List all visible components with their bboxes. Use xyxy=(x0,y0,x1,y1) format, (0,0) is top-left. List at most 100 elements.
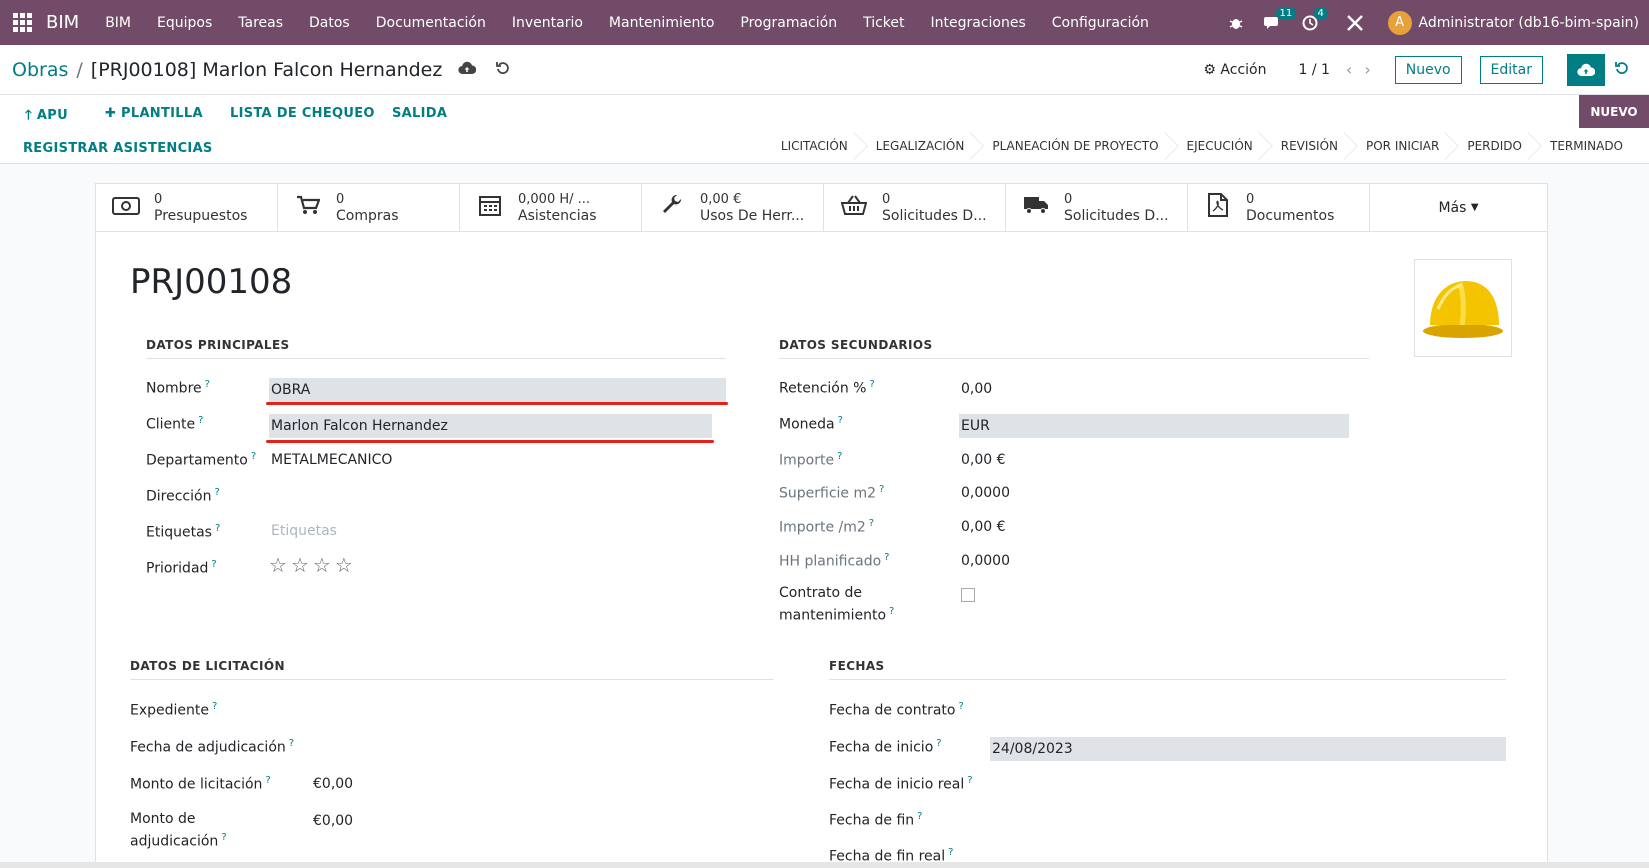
fecha-inicio-real-label: Fecha de inicio real? xyxy=(829,775,973,793)
menu-item-bim[interactable]: BIM xyxy=(105,15,131,31)
app-brand[interactable]: BIM xyxy=(46,12,79,33)
departamento-field[interactable]: METALMECANICO xyxy=(271,452,392,468)
group-datos-secundarios: DATOS SECUNDARIOS xyxy=(779,338,1369,359)
hh-label: HH planificado? xyxy=(779,552,890,570)
breadcrumb: Obras / [PRJ00108] Marlon Falcon Hernand… xyxy=(12,59,442,81)
smart-label: Asistencias xyxy=(518,207,597,224)
messages-icon[interactable]: 11 xyxy=(1263,6,1297,31)
bug-icon[interactable] xyxy=(1228,15,1244,31)
smart-button-presupuestos[interactable]: 0 Presupuestos xyxy=(96,184,278,231)
etiquetas-field[interactable]: Etiquetas xyxy=(271,523,337,539)
star-icon[interactable]: ☆ xyxy=(269,553,287,577)
group-datos-principales: DATOS PRINCIPALES xyxy=(146,338,726,359)
discard-button[interactable] xyxy=(1615,60,1629,80)
breadcrumb-separator: / xyxy=(76,58,83,81)
menu-item-mantenimiento[interactable]: Mantenimiento xyxy=(609,15,714,31)
stage-planeacion[interactable]: PLANEACIÓN DE PROYECTO xyxy=(978,130,1179,162)
departamento-label: Departamento? xyxy=(146,451,257,469)
highlight-underline-nombre xyxy=(266,402,728,405)
menu-item-ticket[interactable]: Ticket xyxy=(863,15,904,31)
activity-badge: 4 xyxy=(1313,6,1328,20)
save-button[interactable] xyxy=(1567,53,1605,86)
pdf-icon xyxy=(1204,193,1232,222)
stage-current[interactable]: NUEVO xyxy=(1579,95,1649,128)
more-dropdown[interactable]: Más ▼ xyxy=(1370,184,1547,231)
stage-ejecucion[interactable]: EJECUCIÓN xyxy=(1173,130,1273,162)
fecha-fin-label: Fecha de fin? xyxy=(829,811,923,829)
monto-adjudicacion-label-line1: Monto de xyxy=(130,811,196,827)
menu-item-inventario[interactable]: Inventario xyxy=(512,15,583,31)
monto-licitacion-field[interactable]: €0,00 xyxy=(313,776,353,792)
menu-item-datos[interactable]: Datos xyxy=(309,15,350,31)
importe-value: 0,00 € xyxy=(961,452,1006,468)
stage-terminado[interactable]: TERMINADO xyxy=(1536,130,1637,162)
monto-adjudicacion-field[interactable]: €0,00 xyxy=(313,813,353,829)
apu-label: APU xyxy=(36,108,68,123)
horizontal-scrollbar[interactable] xyxy=(0,862,1649,868)
lista-chequeo-button[interactable]: LISTA DE CHEQUEO xyxy=(230,106,375,121)
superficie-label: Superficie m2? xyxy=(779,484,885,502)
menu-item-documentacion[interactable]: Documentación xyxy=(376,15,486,31)
stage-legalizacion[interactable]: LEGALIZACIÓN xyxy=(862,130,985,162)
group-fechas: FECHAS xyxy=(829,659,1506,680)
cliente-field[interactable]: Marlon Falcon Hernandez xyxy=(269,414,712,438)
action-label: Acción xyxy=(1220,61,1267,78)
plus-icon: ✚ xyxy=(105,106,122,121)
stage-perdido[interactable]: PERDIDO xyxy=(1453,130,1542,162)
contrato-checkbox[interactable] xyxy=(961,588,975,602)
smart-label: Solicitudes D... xyxy=(882,207,987,224)
salida-button[interactable]: SALIDA xyxy=(392,106,447,121)
smart-value: 0,00 € xyxy=(700,191,742,207)
moneda-field[interactable]: EUR xyxy=(959,414,1349,438)
nombre-field[interactable]: OBRA xyxy=(269,378,726,402)
star-icon[interactable]: ☆ xyxy=(335,553,353,577)
stage-revision[interactable]: REVISIÓN xyxy=(1267,130,1358,162)
new-button[interactable]: Nuevo xyxy=(1394,55,1462,84)
user-name[interactable]: Administrator (db16-bim-spain) xyxy=(1419,15,1639,31)
tools-icon[interactable] xyxy=(1346,14,1364,32)
cart-icon xyxy=(294,195,322,220)
menu-item-configuracion[interactable]: Configuración xyxy=(1052,15,1149,31)
pager-next-icon[interactable]: › xyxy=(1364,60,1370,79)
menu-item-integraciones[interactable]: Integraciones xyxy=(931,15,1026,31)
helmet-image[interactable] xyxy=(1414,259,1512,357)
stage-licitacion[interactable]: LICITACIÓN xyxy=(767,130,868,162)
star-icon[interactable]: ☆ xyxy=(313,553,331,577)
smart-button-asistencias[interactable]: 0,000 H/ ... Asistencias xyxy=(460,184,642,231)
highlight-underline-cliente xyxy=(266,440,714,443)
edit-button[interactable]: Editar xyxy=(1479,55,1543,84)
smart-label: Compras xyxy=(336,207,399,224)
menu-item-programacion[interactable]: Programación xyxy=(740,15,837,31)
activity-clock-icon[interactable]: 4 xyxy=(1302,6,1328,31)
menu-item-equipos[interactable]: Equipos xyxy=(157,15,212,31)
breadcrumb-parent[interactable]: Obras xyxy=(12,59,68,81)
smart-button-solicitudes-2[interactable]: 0 Solicitudes D... xyxy=(1006,184,1188,231)
user-avatar[interactable]: A xyxy=(1387,10,1412,35)
smart-value: 0,000 H/ ... xyxy=(518,191,591,207)
fecha-adjudicacion-label: Fecha de adjudicación? xyxy=(130,738,295,756)
smart-button-usos-herramientas[interactable]: 0,00 € Usos De Herr... xyxy=(642,184,824,231)
smart-button-compras[interactable]: 0 Compras xyxy=(278,184,460,231)
apu-button[interactable]: 🡑 APU xyxy=(25,106,68,128)
cloud-upload-icon[interactable] xyxy=(458,60,477,79)
registrar-asistencias-button[interactable]: REGISTRAR ASISTENCIAS xyxy=(23,141,213,156)
contrato-label-line2: mantenimiento? xyxy=(779,606,895,624)
moneda-label: Moneda? xyxy=(779,415,843,433)
app-grid-icon[interactable] xyxy=(10,11,34,35)
menu-item-tareas[interactable]: Tareas xyxy=(238,15,283,31)
retencion-field[interactable]: 0,00 xyxy=(961,381,992,397)
fecha-inicio-field[interactable]: 24/08/2023 xyxy=(990,737,1506,761)
record-title: PRJ00108 xyxy=(130,262,293,302)
smart-value: 0 xyxy=(1246,191,1255,207)
plantilla-button[interactable]: ✚ PLANTILLA xyxy=(105,106,203,121)
pager-value[interactable]: 1 / 1 xyxy=(1298,62,1329,78)
star-icon[interactable]: ☆ xyxy=(291,553,309,577)
action-menu[interactable]: ⚙ Acción xyxy=(1203,62,1266,78)
stage-por-iniciar[interactable]: POR INICIAR xyxy=(1352,130,1460,162)
navbar-systray: 11 4 A Administrator (db16-bim-spain) xyxy=(1208,6,1639,35)
pager-previous-icon[interactable]: ‹ xyxy=(1346,60,1352,79)
discard-icon[interactable] xyxy=(496,60,510,79)
smart-button-solicitudes-1[interactable]: 0 Solicitudes D... xyxy=(824,184,1006,231)
smart-button-documentos[interactable]: 0 Documentos xyxy=(1188,184,1370,231)
control-panel-right: ⚙ Acción 1 / 1 ‹ › Nuevo Editar xyxy=(1203,53,1637,86)
